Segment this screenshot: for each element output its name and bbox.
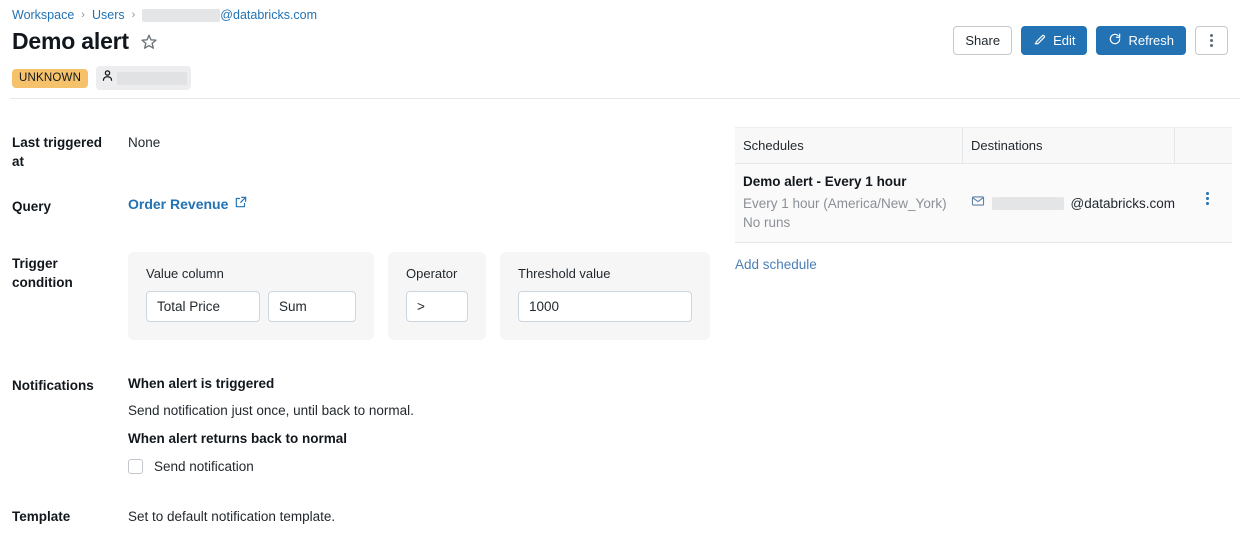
breadcrumb-separator-icon: ›: [132, 7, 136, 23]
threshold-label: Threshold value: [518, 266, 692, 282]
header-actions: Share Edit Refresh: [953, 26, 1228, 55]
template-value: Set to default notification template.: [128, 507, 335, 526]
send-notification-checkbox[interactable]: [128, 459, 143, 474]
schedule-runs: No runs: [743, 213, 963, 232]
destination-cell: @databricks.com: [963, 164, 1175, 223]
pencil-edit-icon: [1033, 32, 1047, 49]
more-options-button[interactable]: [1195, 26, 1228, 55]
when-triggered-heading: When alert is triggered: [128, 375, 414, 393]
operator-label: Operator: [406, 266, 468, 282]
refresh-button-label: Refresh: [1128, 33, 1174, 48]
status-badge: UNKNOWN: [12, 69, 88, 88]
send-notification-row: Send notification: [128, 459, 414, 474]
trigger-condition-label: Trigger condition: [12, 254, 117, 292]
when-normal-heading: When alert returns back to normal: [128, 430, 414, 448]
external-link-icon: [234, 195, 248, 214]
envelope-icon: [971, 194, 985, 213]
column-header-actions: [1175, 128, 1232, 163]
notifications-section: When alert is triggered Send notificatio…: [128, 375, 414, 474]
trigger-condition-panels: Value column Total Price Sum Operator > …: [128, 252, 710, 340]
operator-select[interactable]: >: [406, 291, 468, 322]
star-outline-icon[interactable]: [140, 33, 158, 51]
last-triggered-value: None: [128, 133, 160, 152]
column-header-destinations: Destinations: [963, 128, 1175, 163]
row-actions-cell: [1175, 164, 1232, 215]
header-divider: [10, 98, 1240, 99]
redacted-username: [142, 9, 220, 22]
breadcrumb: Workspace › Users › @databricks.com: [12, 7, 317, 23]
breadcrumb-item-users[interactable]: Users: [92, 7, 125, 23]
redacted-owner-name: [117, 72, 187, 85]
query-value: Order Revenue: [128, 195, 248, 214]
schedules-table-header: Schedules Destinations: [735, 128, 1232, 164]
redacted-destination-email: [992, 197, 1064, 210]
schedule-cell: Demo alert - Every 1 hour Every 1 hour (…: [735, 164, 963, 242]
value-column-select[interactable]: Total Price: [146, 291, 260, 322]
breadcrumb-item-workspace[interactable]: Workspace: [12, 7, 74, 23]
breadcrumb-separator-icon: ›: [81, 7, 85, 23]
alert-detail-page: Workspace › Users › @databricks.com Demo…: [0, 0, 1240, 537]
share-button-label: Share: [965, 33, 1000, 48]
kebab-menu-icon[interactable]: [1206, 192, 1209, 205]
threshold-panel: Threshold value 1000: [500, 252, 710, 340]
status-row: UNKNOWN: [12, 66, 191, 90]
destination-email-domain: @databricks.com: [1071, 196, 1176, 211]
schedule-cadence: Every 1 hour (America/New_York): [743, 194, 963, 213]
query-label: Query: [12, 197, 117, 216]
share-button[interactable]: Share: [953, 26, 1012, 55]
add-schedule-link[interactable]: Add schedule: [735, 257, 817, 272]
edit-button[interactable]: Edit: [1021, 26, 1087, 55]
send-notification-label: Send notification: [154, 459, 254, 474]
page-title: Demo alert: [12, 28, 129, 55]
value-column-label: Value column: [146, 266, 356, 282]
when-triggered-text: Send notification just once, until back …: [128, 402, 414, 420]
schedules-table: Schedules Destinations Demo alert - Ever…: [735, 127, 1232, 243]
table-row: Demo alert - Every 1 hour Every 1 hour (…: [735, 164, 1232, 243]
query-link[interactable]: Order Revenue: [128, 195, 248, 214]
notifications-label: Notifications: [12, 376, 117, 395]
owner-chip: [96, 66, 191, 90]
column-header-schedules: Schedules: [735, 128, 963, 163]
refresh-button[interactable]: Refresh: [1096, 26, 1186, 55]
threshold-input[interactable]: 1000: [518, 291, 692, 322]
last-triggered-label: Last triggered at: [12, 133, 117, 171]
value-column-panel: Value column Total Price Sum: [128, 252, 374, 340]
operator-panel: Operator >: [388, 252, 486, 340]
breadcrumb-item-user[interactable]: @databricks.com: [142, 7, 317, 23]
title-row: Demo alert: [12, 28, 158, 55]
query-link-label: Order Revenue: [128, 195, 228, 214]
person-icon: [100, 68, 115, 88]
template-label: Template: [12, 507, 117, 526]
edit-button-label: Edit: [1053, 33, 1075, 48]
kebab-menu-icon: [1210, 34, 1213, 47]
breadcrumb-user-domain: @databricks.com: [220, 7, 317, 23]
refresh-icon: [1108, 32, 1122, 49]
aggregation-select[interactable]: Sum: [268, 291, 356, 322]
schedule-name: Demo alert - Every 1 hour: [743, 173, 963, 191]
